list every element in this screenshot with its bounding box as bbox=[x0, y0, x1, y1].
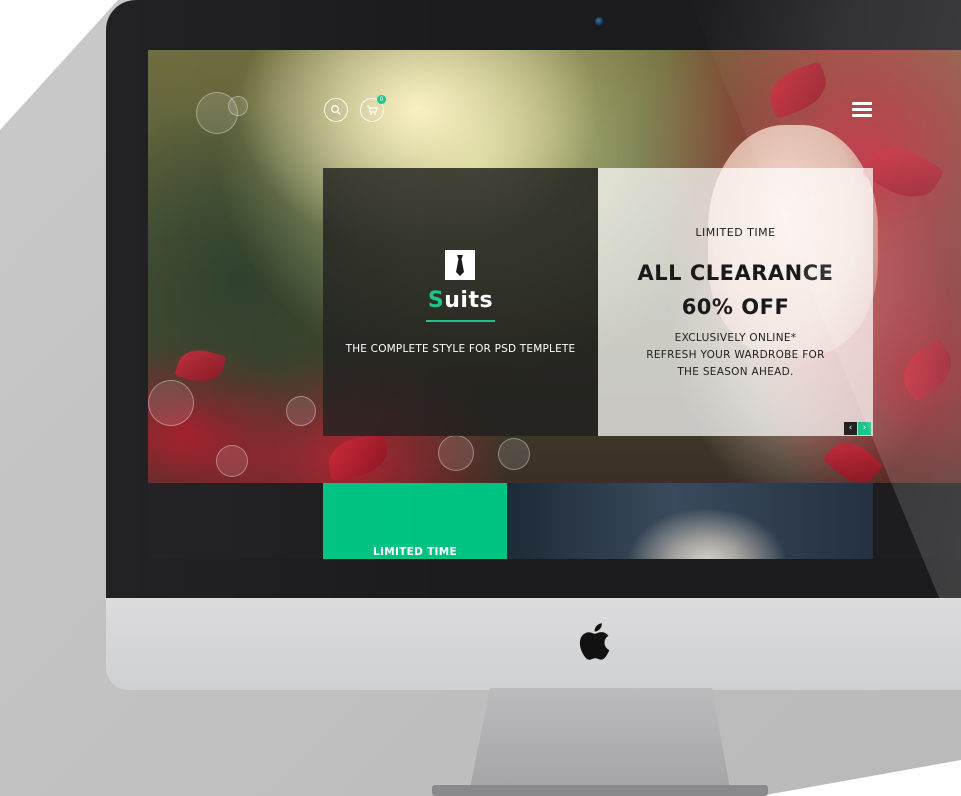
promo-kicker: LIMITED TIME bbox=[695, 226, 776, 239]
autumn-leaf bbox=[325, 433, 391, 481]
brand-title-rest: uits bbox=[444, 288, 494, 313]
brand-tagline: THE COMPLETE STYLE FOR PSD TEMPLETE bbox=[345, 343, 576, 355]
menu-bar bbox=[852, 108, 872, 111]
monitor-stand-base bbox=[432, 785, 768, 796]
promo-description-line3: THE SEASON AHEAD. bbox=[677, 366, 794, 378]
slide-promo-panel: LIMITED TIME ALL CLEARANCE 60% OFF EXCLU… bbox=[598, 168, 873, 436]
slide-brand-panel: Suits THE COMPLETE STYLE FOR PSD TEMPLET… bbox=[323, 168, 598, 436]
slider-next-button[interactable]: › bbox=[858, 422, 871, 435]
tie-logo-icon bbox=[445, 250, 475, 280]
model-photo-tile[interactable] bbox=[507, 483, 873, 559]
bokeh-light bbox=[216, 445, 248, 477]
bokeh-light bbox=[438, 435, 474, 471]
website-screen: 0 Suits THE COMPLETE STYLE FOR PSD TEMPL… bbox=[148, 50, 961, 559]
tie-icon bbox=[456, 255, 464, 276]
promo-headline: ALL CLEARANCE 60% OFF bbox=[598, 256, 873, 324]
menu-bar bbox=[852, 114, 872, 117]
slider-prev-button[interactable]: ‹ bbox=[844, 422, 857, 435]
brand-title-initial: S bbox=[427, 288, 445, 313]
apple-logo-icon bbox=[579, 623, 610, 660]
search-icon bbox=[331, 105, 341, 115]
bokeh-light bbox=[148, 380, 194, 426]
promo-headline-line2: 60% OFF bbox=[681, 295, 790, 319]
monitor-chin bbox=[106, 598, 961, 690]
brand-title: Suits bbox=[323, 288, 598, 313]
menu-bar bbox=[852, 102, 872, 105]
promo-headline-line1: ALL CLEARANCE bbox=[637, 261, 834, 285]
cart-icon bbox=[367, 105, 378, 115]
limited-time-label: LIMITED TIME bbox=[373, 546, 457, 558]
promo-description-line2: REFRESH YOUR WARDROBE FOR bbox=[646, 349, 825, 361]
hero-banner: 0 Suits THE COMPLETE STYLE FOR PSD TEMPL… bbox=[148, 50, 961, 492]
cart-count-badge: 0 bbox=[377, 95, 386, 104]
bokeh-light bbox=[286, 396, 316, 426]
search-button[interactable] bbox=[324, 98, 348, 122]
limited-time-tile[interactable]: LIMITED TIME bbox=[323, 483, 507, 559]
promo-description-line1: EXCLUSIVELY ONLINE* bbox=[674, 332, 797, 344]
mockup-stage: 0 Suits THE COMPLETE STYLE FOR PSD TEMPL… bbox=[0, 0, 961, 796]
autumn-leaf bbox=[762, 60, 834, 120]
hamburger-menu-icon[interactable] bbox=[852, 102, 872, 118]
bokeh-light bbox=[498, 438, 530, 470]
cart-button[interactable]: 0 bbox=[360, 95, 386, 122]
autumn-leaf bbox=[174, 344, 227, 388]
monitor-stand bbox=[470, 688, 730, 788]
autumn-leaf bbox=[893, 337, 961, 403]
promo-description: EXCLUSIVELY ONLINE* REFRESH YOUR WARDROB… bbox=[598, 330, 873, 381]
brand-underline bbox=[426, 320, 495, 322]
bokeh-light bbox=[228, 96, 248, 116]
webcam-icon bbox=[595, 17, 604, 26]
